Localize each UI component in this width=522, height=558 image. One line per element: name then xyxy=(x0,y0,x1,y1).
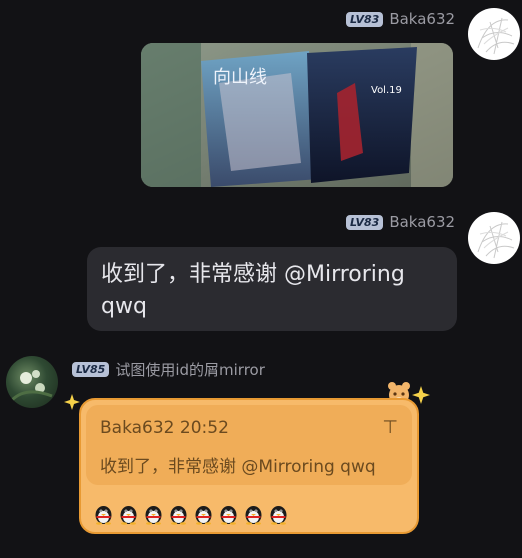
avatar[interactable] xyxy=(468,8,520,60)
penguin-emoji-icon xyxy=(118,504,139,525)
pin-icon[interactable]: ⊤ xyxy=(382,417,398,438)
penguin-emoji-icon xyxy=(243,504,264,525)
message-3-meta: LV85 试图使用id的屑mirror xyxy=(72,359,265,380)
penguin-emoji-icon xyxy=(93,504,114,525)
penguin-emoji-icon xyxy=(193,504,214,525)
reply-card[interactable]: Baka632 20:52 ⊤ 收到了，非常感谢 @Mirroring qwq xyxy=(79,398,419,534)
sparkle-icon xyxy=(64,394,80,410)
text-bubble[interactable]: 收到了，非常感谢 @Mirroring qwq xyxy=(87,247,457,331)
message-text-line: 收到了，非常感谢 @Mirroring xyxy=(101,262,405,287)
book-photo-icon: 向山线 Vol.19 xyxy=(141,43,453,187)
quote-text: 收到了，非常感谢 @Mirroring qwq xyxy=(100,457,376,477)
message-2-meta: LV83 Baka632 xyxy=(346,213,455,231)
sender-name[interactable]: Baka632 xyxy=(389,10,455,28)
quote-author-time: Baka632 20:52 xyxy=(100,417,229,438)
level-badge: LV85 xyxy=(72,362,110,377)
quoted-message[interactable]: Baka632 20:52 ⊤ 收到了，非常感谢 @Mirroring qwq xyxy=(86,405,412,485)
image-message[interactable]: 向山线 Vol.19 xyxy=(141,43,453,187)
svg-text:Vol.19: Vol.19 xyxy=(371,85,402,96)
avatar[interactable] xyxy=(6,356,58,408)
penguin-emoji-icon xyxy=(268,504,289,525)
quote-header: Baka632 20:52 ⊤ xyxy=(100,417,398,438)
message-1-meta: LV83 Baka632 xyxy=(346,10,455,28)
svg-text:向山线: 向山线 xyxy=(213,67,267,88)
avatar[interactable] xyxy=(468,212,520,264)
avatar-sketch-icon xyxy=(477,221,515,259)
level-badge: LV83 xyxy=(346,11,384,27)
sender-name[interactable]: 试图使用id的屑mirror xyxy=(115,359,265,380)
penguin-emoji-icon xyxy=(168,504,189,525)
emoji-row xyxy=(93,504,289,525)
sparkle-icon xyxy=(412,386,430,404)
message-text-line: qwq xyxy=(101,294,147,319)
avatar-flower-icon xyxy=(10,370,53,402)
penguin-emoji-icon xyxy=(143,504,164,525)
penguin-emoji-icon xyxy=(218,504,239,525)
sender-name[interactable]: Baka632 xyxy=(389,213,455,231)
level-badge: LV83 xyxy=(346,214,384,230)
avatar-sketch-icon xyxy=(477,17,515,55)
